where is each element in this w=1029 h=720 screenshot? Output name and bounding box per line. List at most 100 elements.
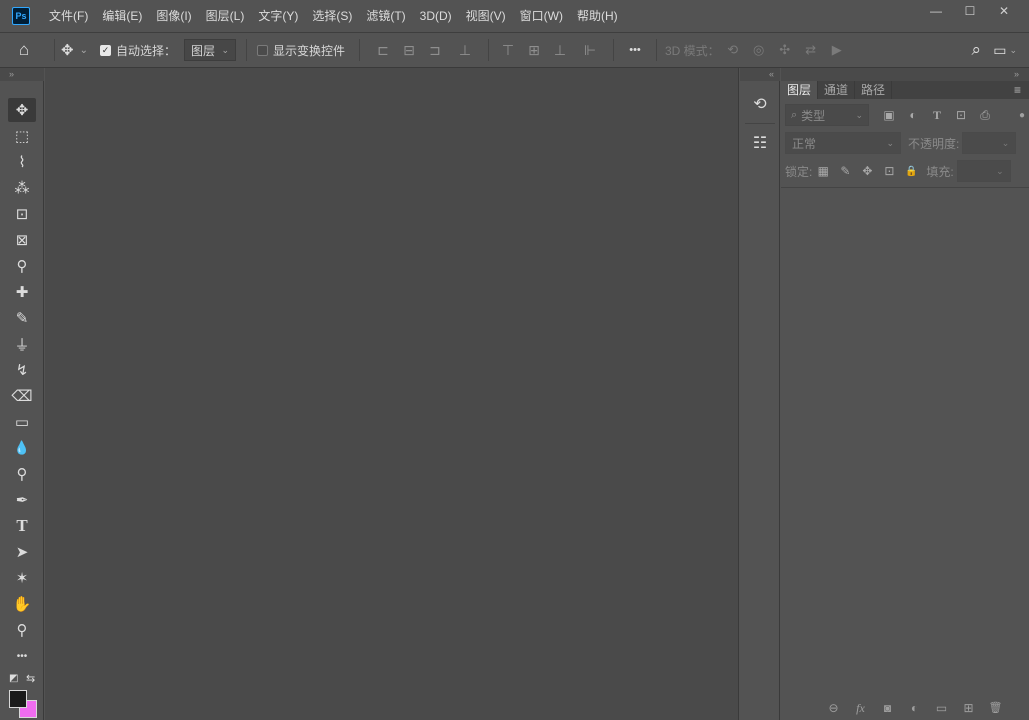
home-icon[interactable]: ⌂ bbox=[0, 32, 48, 68]
menu-type[interactable]: 文字(Y) bbox=[258, 0, 298, 32]
fill-input[interactable]: ⌄ bbox=[956, 160, 1011, 182]
more-tools[interactable]: ••• bbox=[0, 643, 44, 669]
align-left-icon[interactable]: ⊏ bbox=[370, 42, 396, 59]
pen-tool[interactable]: ✒ bbox=[0, 487, 44, 513]
smart-object-filter-icon[interactable]: ⎙ bbox=[973, 108, 997, 123]
panel-menu-icon[interactable]: ≡ bbox=[1014, 83, 1021, 97]
layer-filter-dropdown[interactable]: ⌕ 类型 ⌄ bbox=[785, 104, 869, 126]
marquee-tool[interactable]: ⬚ bbox=[0, 123, 44, 149]
hand-icon: ✋ bbox=[12, 596, 32, 613]
more-options-icon[interactable]: ••• bbox=[620, 32, 650, 68]
tab-channels[interactable]: 通道 bbox=[818, 81, 856, 99]
history-brush-tool[interactable]: ↯ bbox=[0, 357, 44, 383]
search-icon[interactable]: ⌕ bbox=[971, 32, 981, 68]
history-panel-button[interactable]: ⟲ bbox=[740, 85, 780, 123]
menu-file[interactable]: 文件(F) bbox=[49, 0, 88, 32]
menu-filter[interactable]: 滤镜(T) bbox=[366, 0, 405, 32]
blur-tool[interactable]: 💧 bbox=[0, 435, 44, 461]
dock-collapse-strip[interactable]: « bbox=[740, 68, 780, 81]
3d-slide-icon[interactable]: ⇄ bbox=[798, 42, 824, 58]
foreground-color-swatch[interactable] bbox=[9, 690, 27, 708]
crop-tool[interactable]: ⊡ bbox=[0, 201, 44, 227]
move-tool-preset-icon[interactable]: ✥ ⌄ bbox=[61, 32, 88, 68]
trash-icon[interactable]: 🗑 bbox=[982, 701, 1009, 716]
zoom-tool[interactable]: ⚲ bbox=[0, 617, 44, 643]
menu-window[interactable]: 窗口(W) bbox=[520, 0, 563, 32]
eyedropper-tool[interactable]: ⚲ bbox=[0, 253, 44, 279]
frame-tool[interactable]: ⊠ bbox=[0, 227, 44, 253]
type-tool[interactable]: T bbox=[0, 513, 44, 539]
auto-select-checkbox-group[interactable]: ✓ 自动选择： bbox=[99, 32, 176, 68]
lock-all-icon[interactable]: 🔒 bbox=[900, 166, 922, 177]
healing-brush-tool[interactable]: ✚ bbox=[0, 279, 44, 305]
3d-roll-icon[interactable]: ◎ bbox=[746, 42, 772, 58]
distribute-vertical-icon[interactable]: ⊥ bbox=[448, 42, 482, 59]
hand-tool[interactable]: ✋ bbox=[0, 591, 44, 617]
menu-edit[interactable]: 编辑(E) bbox=[102, 0, 142, 32]
show-transform-checkbox-group[interactable]: 显示变换控件 bbox=[256, 32, 345, 68]
align-center-h-icon[interactable]: ⊟ bbox=[396, 42, 422, 59]
shape-tool[interactable]: ✶ bbox=[0, 565, 44, 591]
auto-select-checkbox[interactable]: ✓ bbox=[99, 44, 111, 56]
filter-toggle-icon[interactable]: ● bbox=[1019, 110, 1025, 121]
align-bottom-icon[interactable]: ⊥ bbox=[547, 42, 573, 59]
blend-mode-dropdown[interactable]: 正常 ⌄ bbox=[785, 132, 901, 154]
menu-view[interactable]: 视图(V) bbox=[466, 0, 506, 32]
align-middle-v-icon[interactable]: ⊞ bbox=[521, 42, 547, 59]
menu-help[interactable]: 帮助(H) bbox=[577, 0, 618, 32]
align-top-icon[interactable]: ⊤ bbox=[495, 42, 521, 59]
menu-3d[interactable]: 3D(D) bbox=[420, 0, 452, 32]
pixel-filter-icon[interactable]: ▣ bbox=[877, 108, 901, 123]
brush-tool[interactable]: ✎ bbox=[0, 305, 44, 331]
chevron-down-icon: ⌄ bbox=[855, 109, 863, 120]
gradient-tool[interactable]: ▭ bbox=[0, 409, 44, 435]
lock-transparent-icon[interactable]: ▦ bbox=[812, 164, 834, 178]
adjustment-layer-icon[interactable]: ◐ bbox=[901, 701, 928, 716]
panel-collapse-strip[interactable]: » bbox=[781, 68, 1029, 81]
magic-wand-tool[interactable]: ⁂ bbox=[0, 175, 44, 201]
dodge-tool[interactable]: ⚲ bbox=[0, 461, 44, 487]
maximize-button[interactable]: ☐ bbox=[953, 0, 987, 22]
3d-pan-icon[interactable]: ✣ bbox=[772, 42, 798, 58]
tab-layers[interactable]: 图层 bbox=[781, 81, 819, 99]
lock-artboard-icon[interactable]: ⊡ bbox=[878, 164, 900, 178]
document-canvas-area[interactable] bbox=[45, 68, 739, 720]
menu-select[interactable]: 选择(S) bbox=[312, 0, 352, 32]
properties-panel-button[interactable]: ☷ bbox=[740, 124, 780, 162]
new-layer-icon[interactable]: ⊞ bbox=[955, 701, 982, 716]
3d-scale-icon[interactable]: ▶ bbox=[824, 42, 850, 58]
lock-position-icon[interactable]: ✥ bbox=[856, 164, 878, 178]
workspace-switcher[interactable]: ▭ ⌄ bbox=[993, 32, 1017, 68]
add-mask-icon[interactable]: ◙ bbox=[874, 701, 901, 716]
shape-filter-icon[interactable]: ⊡ bbox=[949, 108, 973, 123]
fx-icon[interactable]: fx bbox=[847, 701, 874, 716]
swap-colors-icon[interactable]: ⇆ bbox=[26, 672, 35, 685]
link-layers-icon[interactable]: ⊖ bbox=[820, 701, 847, 716]
distribute-horizontal-icon[interactable]: ⊩ bbox=[573, 42, 607, 59]
layers-list[interactable] bbox=[781, 199, 1029, 689]
stamp-icon: ⏚ bbox=[14, 336, 30, 354]
path-selection-icon: ➤ bbox=[15, 544, 29, 561]
show-transform-checkbox[interactable] bbox=[256, 44, 268, 56]
move-tool[interactable]: ✥ bbox=[0, 97, 44, 123]
tab-paths[interactable]: 路径 bbox=[855, 81, 893, 99]
opacity-input[interactable]: ⌄ bbox=[962, 132, 1017, 154]
path-selection-tool[interactable]: ➤ bbox=[0, 539, 44, 565]
menu-image[interactable]: 图像(I) bbox=[156, 0, 191, 32]
new-group-icon[interactable]: ▭ bbox=[928, 701, 955, 716]
close-button[interactable]: ✕ bbox=[987, 0, 1021, 22]
clone-stamp-tool[interactable]: ⏚ bbox=[0, 331, 44, 357]
auto-select-target-dropdown[interactable]: 图层 ⌄ bbox=[183, 39, 236, 61]
minimize-button[interactable]: — bbox=[919, 0, 953, 22]
3d-orbit-icon[interactable]: ⟲ bbox=[720, 42, 746, 58]
toolbar-collapse-strip[interactable]: » bbox=[0, 68, 44, 81]
type-filter-icon[interactable]: T bbox=[925, 108, 949, 123]
menu-layer[interactable]: 图层(L) bbox=[206, 0, 245, 32]
lasso-tool[interactable]: ⌇ bbox=[0, 149, 44, 175]
eraser-tool[interactable]: ⌫ bbox=[0, 383, 44, 409]
adjustment-filter-icon[interactable]: ◐ bbox=[901, 108, 925, 123]
align-right-icon[interactable]: ⊐ bbox=[422, 42, 448, 59]
default-colors-icon[interactable]: ◩ bbox=[9, 673, 18, 684]
type-icon: T bbox=[16, 516, 28, 535]
lock-image-icon[interactable]: ✎ bbox=[834, 164, 856, 178]
